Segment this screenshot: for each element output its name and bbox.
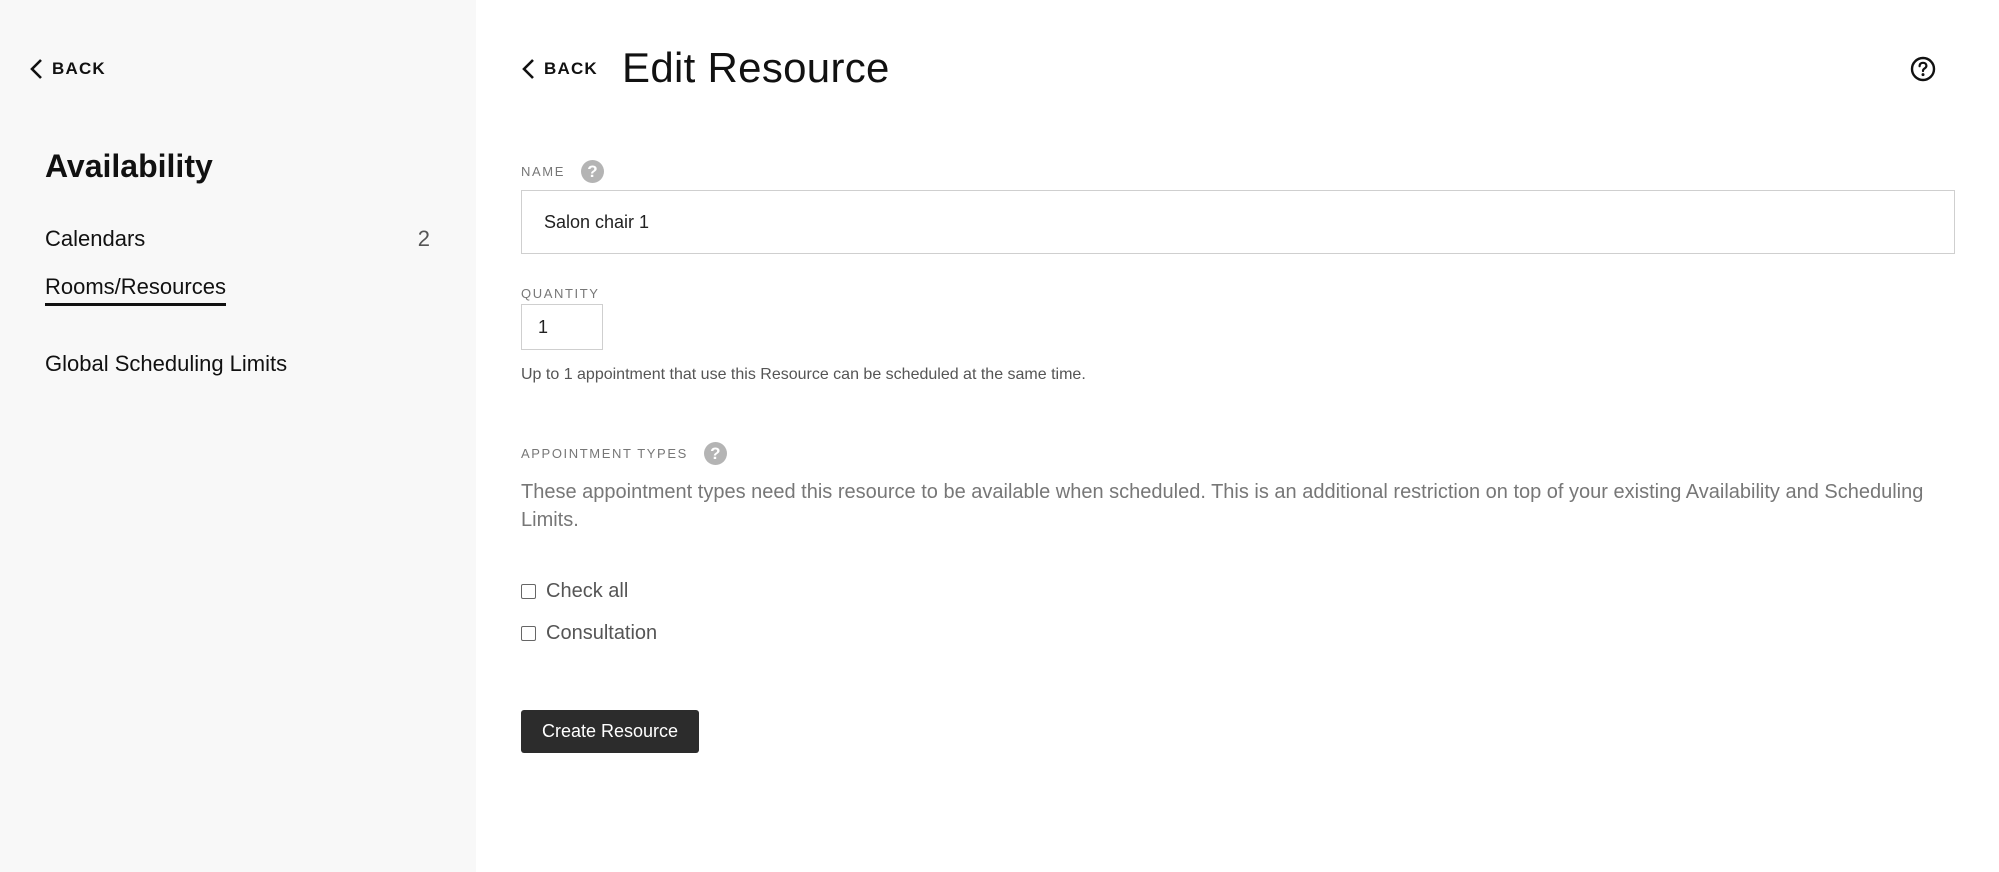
check-all-label: Check all [546,580,629,602]
check-all-option[interactable]: Check all [521,580,628,603]
appointment-types-label: APPOINTMENT TYPES ? [521,442,727,465]
chevron-left-icon [522,59,534,79]
create-resource-button[interactable]: Create Resource [521,710,699,753]
quantity-helper-text: Up to 1 appointment that use this Resour… [521,366,1086,383]
consultation-option[interactable]: Consultation [521,622,657,645]
quantity-label-text: QUANTITY [521,286,600,301]
chevron-left-icon [30,59,42,79]
page-title: Edit Resource [622,44,890,91]
name-field-label: NAME ? [521,160,604,183]
quantity-field-label: QUANTITY [521,286,600,301]
question-mark-icon[interactable]: ? [580,160,604,183]
sidebar-back-link[interactable]: BACK [28,58,106,80]
app-root: BACK Availability Calendars 2 Rooms/Reso… [0,0,1999,872]
question-mark-icon[interactable]: ? [703,442,727,465]
sidebar-title: Availability [45,148,213,184]
calendars-count: 2 [417,226,430,251]
quantity-input[interactable] [521,304,603,350]
sidebar-item-label: Rooms/Resources [45,274,226,299]
appointment-types-description: These appointment types need this resour… [521,481,1924,531]
sidebar: BACK Availability Calendars 2 Rooms/Reso… [0,0,476,872]
sidebar-item-global-scheduling-limits[interactable]: Global Scheduling Limits [45,351,287,377]
sidebar-item-calendars[interactable]: Calendars 2 [45,226,430,252]
name-label-text: NAME [521,164,565,179]
sidebar-item-label: Calendars [45,226,146,251]
appointment-types-label-text: APPOINTMENT TYPES [521,446,688,461]
main-panel: BACK Edit Resource NAME ? QUANTITY Up to… [476,0,1999,872]
sidebar-item-rooms-resources[interactable]: Rooms/Resources [45,274,226,306]
consultation-label: Consultation [546,622,658,644]
main-back-link[interactable]: BACK [520,58,598,80]
sidebar-back-label: BACK [52,59,106,78]
check-all-checkbox[interactable] [521,584,536,599]
name-input[interactable] [521,190,1955,254]
sidebar-item-label: Global Scheduling Limits [45,351,288,376]
main-back-label: BACK [544,59,598,78]
consultation-checkbox[interactable] [521,626,536,641]
question-circle-icon[interactable] [1910,56,1936,82]
